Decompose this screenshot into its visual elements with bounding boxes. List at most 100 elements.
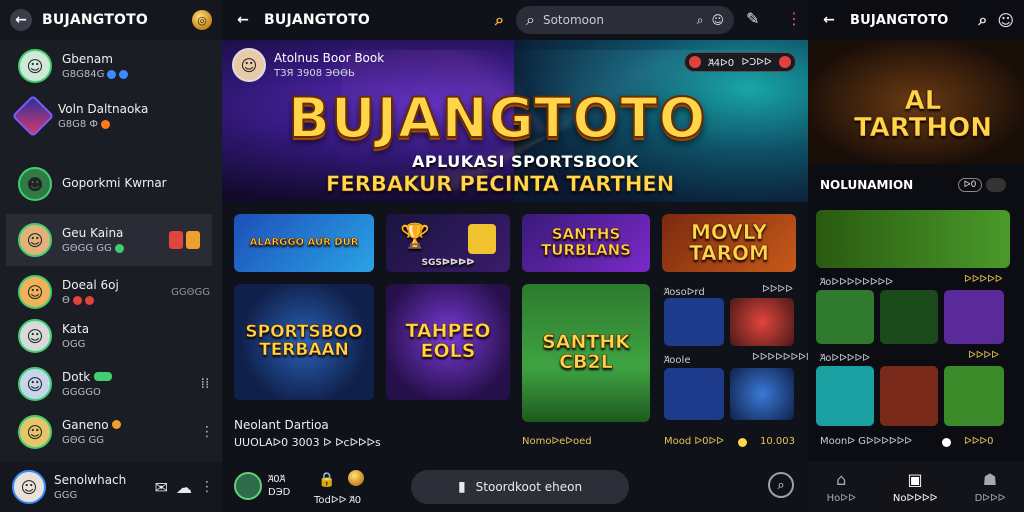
chat-bubble-icon[interactable]: ☺	[997, 11, 1014, 30]
game-tile-sub: SGSᐅᐅᐅᐅ	[421, 257, 475, 268]
section-sub: UUOLAᐅ0 3003 ᐅ ᐅcᐅᐅᐅs	[234, 436, 381, 449]
chat-item-active[interactable]: ☺ Geu Kaina GΘGG GG	[6, 214, 212, 266]
trophy-icon: 🏆	[400, 222, 430, 250]
chat-item[interactable]: ☺ Gbenam G8G84G	[0, 42, 222, 90]
game-tile[interactable]: 🏆 SGSᐅᐅᐅᐅ	[386, 214, 510, 272]
sportsbook-header: ← BUJANGTOTO ⌕	[222, 0, 514, 40]
game-tile[interactable]: MOVLY TAROM	[662, 214, 796, 272]
chat-name: Voln Daltnaoka	[58, 102, 149, 116]
toggle-switch[interactable]	[986, 178, 1006, 192]
avatar: ☺	[18, 223, 52, 257]
search-icon[interactable]: ⌕	[978, 10, 987, 30]
coin-icon[interactable]: ◎	[192, 10, 212, 30]
nav-profile[interactable]: ☗ Dᐅᐅᐅ	[975, 470, 1006, 504]
search-button-label: Stoordkoot eheon	[475, 480, 583, 494]
chat-item[interactable]: ☻ Goporkmi Kwrnar	[0, 160, 222, 208]
chat-item[interactable]: Voln Daltnaoka G8G8 Ф	[0, 92, 222, 140]
gift-icon[interactable]: ✉	[155, 478, 168, 497]
game-tile-label: SANTHS TURBLANS	[541, 225, 632, 259]
avatar: ☺	[18, 319, 52, 353]
online-badge	[94, 372, 113, 381]
game-thumb[interactable]	[880, 290, 938, 344]
section-title: Neolant Dartioa	[234, 418, 329, 432]
chat-compose-bar: ☺ Senolwhach GGG ✉ ☁ ⋮	[0, 462, 222, 512]
cards-thumb[interactable]	[664, 298, 724, 346]
grid-icon[interactable]: ⁞⁞	[200, 377, 210, 391]
small-list-label: Ꞻoole	[664, 355, 691, 366]
chat-item[interactable]: ☺ Ganeno GΘG GG ⋮	[0, 408, 222, 456]
record-icon	[689, 56, 701, 68]
more-options-icon[interactable]: ⋮	[200, 425, 214, 439]
balance-pill[interactable]: Ꞻ4ᐅ0 ᐅƆᐅᐅ	[684, 52, 796, 72]
brand-logo: BUJANGTOTO	[287, 85, 707, 151]
search-input[interactable]: Sotomoon	[543, 13, 689, 27]
game-chips-icon	[169, 231, 200, 249]
game-thumb[interactable]	[816, 290, 874, 344]
profile-avatar[interactable]	[234, 472, 262, 500]
game-tile[interactable]	[816, 210, 1010, 268]
user-icon: ☗	[982, 470, 998, 489]
badge-icon	[119, 70, 129, 79]
game-tile-label: MOVLY TAROM	[689, 220, 769, 265]
account-chip[interactable]: ☺ Atolnus Boor Book ТЗЯ 3908 ЭӨӨЬ	[232, 48, 384, 82]
pill-left: Ꞻ4ᐅ0	[708, 58, 735, 69]
chat-name: Kata	[62, 322, 90, 336]
search-icon[interactable]: ⌕	[697, 13, 704, 28]
search-bar[interactable]: ⌕ Sotomoon ⌕ ☺	[516, 6, 734, 34]
chat-item[interactable]: ☺ Dotk GGGGO ⁞⁞	[0, 360, 222, 408]
row-value: ᐅᐅᐅᐅᐅ	[964, 274, 1003, 285]
game-tile[interactable]: TAHPEO EOLS	[386, 284, 510, 400]
nav-home[interactable]: ⌂ Hoᐅᐅ	[827, 470, 856, 504]
sticker-icon[interactable]: ☁	[176, 478, 192, 497]
row-label: Ꞻoᐅᐅᐅᐅᐅ	[820, 353, 870, 364]
badge-icon	[84, 296, 94, 305]
pin-icon[interactable]: ✎	[746, 9, 759, 28]
lock-icon[interactable]: 🔒	[318, 472, 335, 488]
game-thumb[interactable]	[880, 366, 938, 426]
badge-icon	[107, 70, 117, 79]
right-hero-title: AL TARTHON	[848, 80, 998, 150]
shield-thumb[interactable]	[730, 368, 794, 420]
banner-tagline-2: FERBAKUR PECINTA TARTHEN	[326, 172, 675, 197]
game-tile-label: TAHPEO EOLS	[405, 320, 491, 362]
app-root: ← BUJANGTOTO ◎ ☺ Gbenam G8G84G Voln Dalt…	[0, 0, 1024, 512]
chat-name: Dotk	[62, 370, 91, 384]
search-icon[interactable]: ⌕	[495, 10, 504, 30]
account-name: Atolnus Boor Book	[274, 51, 385, 65]
chat-snippet: GGG	[54, 490, 78, 501]
game-thumb[interactable]	[944, 366, 1004, 426]
back-arrow-icon[interactable]: ←	[818, 9, 840, 31]
footer-label: Moonᐅ Gᐅᐅᐅᐅᐅᐅ	[820, 436, 912, 447]
chat-meta: GGΘGG	[171, 286, 210, 298]
search-button[interactable]: ▮ Stoordkoot eheon	[411, 470, 629, 504]
game-tile[interactable]: SANTHS TURBLANS	[522, 214, 650, 272]
chat-bubble-icon[interactable]: ☺	[711, 13, 724, 27]
roulette-thumb[interactable]	[730, 298, 794, 346]
chat-item[interactable]: ☺ Kata OGG	[0, 312, 222, 360]
nav-current[interactable]: ▣ Noᐅᐅᐅᐅ	[893, 470, 937, 504]
avatar: ☺	[18, 275, 52, 309]
chat-snippet: GΘGG GG	[62, 243, 112, 254]
game-thumb[interactable]	[944, 290, 1004, 344]
cards-thumb[interactable]	[664, 368, 724, 420]
game-tile[interactable]: ALARGGO AUR DUR	[234, 214, 374, 272]
nav-label: Hoᐅᐅ	[826, 493, 856, 504]
game-tile[interactable]: SANTHK CB2L	[522, 284, 650, 422]
right-header: ← BUJANGTOTO ⌕ ☺	[808, 0, 1024, 40]
footer-value: ᐅᐅᐅ0	[964, 436, 994, 447]
indicator-dot	[738, 438, 747, 447]
chat-item[interactable]: ☺ Doeal 6oj Ө GGΘGG	[0, 268, 222, 316]
coin-icon[interactable]	[348, 470, 364, 486]
app-title: BUJANGTOTO	[850, 12, 949, 28]
back-arrow-icon[interactable]: ←	[10, 9, 32, 31]
chat-list-header: ← BUJANGTOTO ◎	[0, 0, 222, 40]
mini-stat: Ꞻ0Ꞻ	[268, 474, 285, 485]
game-thumb[interactable]	[816, 366, 874, 426]
game-tile[interactable]: SPORTSBOO TERBAAN	[234, 284, 374, 400]
more-options-icon[interactable]: ⋮	[786, 9, 802, 28]
back-arrow-icon[interactable]: ←	[232, 9, 254, 31]
count-badge: ᐅ0	[958, 178, 982, 192]
search-icon[interactable]: ⌕	[768, 472, 794, 498]
small-list-value: ᐅᐅᐅᐅᐅᐅᐅᐅ	[752, 352, 814, 363]
more-options-icon[interactable]: ⋮	[200, 480, 214, 494]
